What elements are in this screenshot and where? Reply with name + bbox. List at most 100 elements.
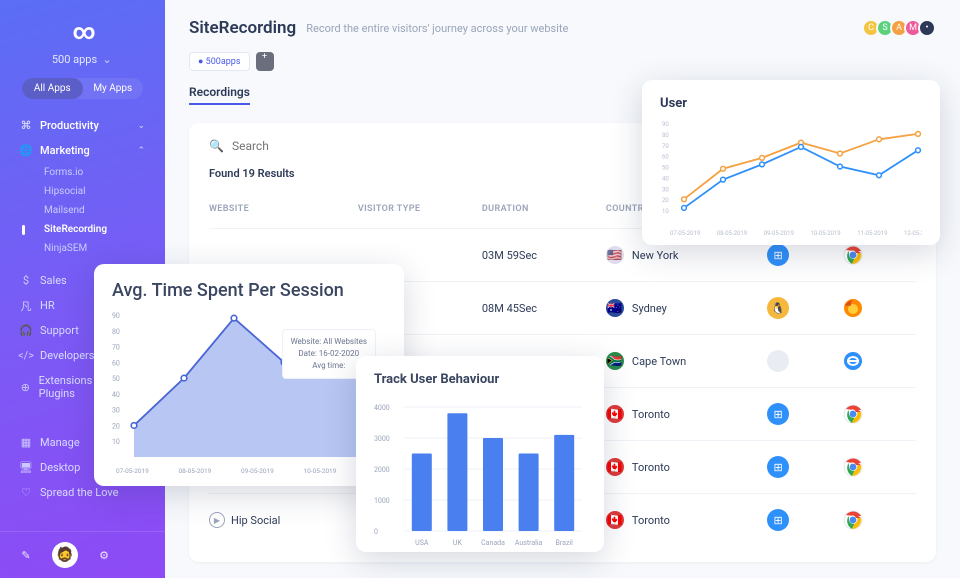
browser-icon [842,244,864,266]
svg-text:10: 10 [112,438,120,446]
plugin-icon: ⊕ [20,381,31,393]
cell-os: 🐧 [767,297,841,319]
gear-icon[interactable]: ⚙ [98,549,110,561]
cell-browser [842,403,916,425]
person-icon: 凡 [20,300,32,312]
cell-os: ⊞ [767,244,841,266]
svg-text:USA: USA [415,539,429,547]
chip-500apps[interactable]: ● 500apps [189,52,250,71]
svg-text:90: 90 [112,312,120,320]
cell-website: ▶Hip Social [209,512,358,528]
chip-add[interactable]: + [256,52,274,71]
flag-icon: 🇨🇦 [606,511,624,529]
flag-icon: 🇦🇺 [606,299,624,317]
svg-text:30: 30 [112,407,120,415]
svg-text:12-05-2019: 12-05-2019 [904,230,922,237]
avatar[interactable]: 🧔 [52,542,78,568]
browser-icon [842,297,864,319]
member-badge[interactable]: • [918,19,936,37]
column-header: DURATION [482,204,606,214]
svg-text:0: 0 [374,528,378,536]
cell-browser [842,244,916,266]
svg-text:90: 90 [662,121,669,128]
svg-text:10-05-2019: 10-05-2019 [810,230,840,237]
svg-text:10: 10 [662,208,669,215]
member-badges: CSAM• [866,19,936,37]
cell-country: 🇿🇦Cape Town [606,352,767,370]
chevron-down-icon: ⌄ [137,121,145,131]
avg-time-title: Avg. Time Spent Per Session [112,280,386,301]
svg-text:3000: 3000 [374,435,390,443]
svg-text:11-05-2019: 11-05-2019 [857,230,887,237]
cell-country: 🇨🇦Toronto [606,511,767,529]
cell-country: 🇦🇺Sydney [606,299,767,317]
track-behaviour-card: Track User Behaviour 01000200030004000US… [356,356,604,552]
logo: ∞ [0,20,165,45]
section-tab-recordings[interactable]: Recordings [189,85,250,105]
browser-icon [842,509,864,531]
flag-icon: 🇿🇦 [606,352,624,370]
os-icon: ⊞ [767,244,789,266]
play-icon[interactable]: ▶ [209,512,225,528]
os-icon [767,350,789,372]
os-icon: ⊞ [767,456,789,478]
nav-sub-forms[interactable]: Forms.io [0,163,165,182]
cell-country: 🇺🇸New York [606,246,767,264]
brand-selector[interactable]: 500 apps⌄ [0,53,165,66]
svg-text:50: 50 [112,375,120,383]
heart-icon: ♡ [20,487,32,499]
page-subtitle: Record the entire visitors' journey acro… [306,22,568,35]
cell-duration: 08M 45Sec [482,302,606,315]
nav-sub-mailsend[interactable]: Mailsend [0,201,165,220]
chevron-down-icon: ⌄ [101,54,113,66]
cell-duration: 03M 59Sec [482,249,606,262]
svg-text:20: 20 [662,197,669,204]
track-bar-chart: 01000200030004000USAUKCanadaAustraliaBra… [374,399,588,549]
svg-text:60: 60 [662,154,669,161]
os-icon: ⊞ [767,509,789,531]
column-header: WEBSITE [209,204,358,214]
nav-marketing[interactable]: 🌐Marketing⌃ [0,138,165,163]
svg-text:80: 80 [112,328,120,336]
cell-browser [842,297,916,319]
tab-all-apps[interactable]: All Apps [22,78,83,99]
feather-icon[interactable]: ✎ [20,549,32,561]
nav-productivity[interactable]: ⌘Productivity⌄ [0,113,165,138]
svg-text:08-05-2019: 08-05-2019 [717,230,747,237]
svg-text:08-05-2019: 08-05-2019 [179,467,212,475]
svg-text:20: 20 [112,422,120,430]
track-title: Track User Behaviour [374,372,586,387]
cell-os: ⊞ [767,509,841,531]
tab-my-apps[interactable]: My Apps [83,78,144,99]
nav-sub-hipsocial[interactable]: Hipsocial [0,182,165,201]
svg-text:2000: 2000 [374,466,390,474]
os-icon: ⊞ [767,403,789,425]
logo-icon: ∞ [72,20,92,45]
globe-icon: 🌐 [20,145,32,157]
nav-sub-ninjasem[interactable]: NinjaSEM [0,239,165,258]
user-chart-title: User [660,96,922,111]
flag-icon: 🇺🇸 [606,246,624,264]
flag-icon: 🇨🇦 [606,458,624,476]
svg-text:Australia: Australia [515,539,543,547]
cell-country: 🇨🇦Toronto [606,458,767,476]
browser-icon [842,456,864,478]
svg-text:09-05-2019: 09-05-2019 [764,230,794,237]
cell-os: ⊞ [767,403,841,425]
cell-os: ⊞ [767,456,841,478]
page-header: SiteRecording Record the entire visitors… [189,18,936,38]
svg-text:80: 80 [662,132,669,139]
svg-text:1000: 1000 [374,497,390,505]
user-line-chart: 10203040506070809007-05-201908-05-201909… [660,119,922,237]
headset-icon: 🎧 [20,325,32,337]
sidebar-footer: ✎ 🧔 ⚙ [0,531,165,578]
svg-text:UK: UK [453,539,463,547]
column-header: VISITOR TYPE [358,204,482,214]
svg-text:09-05-2019: 09-05-2019 [241,467,274,475]
browser-icon [842,350,864,372]
cell-browser [842,456,916,478]
svg-text:50: 50 [662,165,669,172]
cell-browser [842,350,916,372]
nav-sub-siterecording[interactable]: SiteRecording [0,220,165,239]
code-icon: </> [20,350,32,362]
